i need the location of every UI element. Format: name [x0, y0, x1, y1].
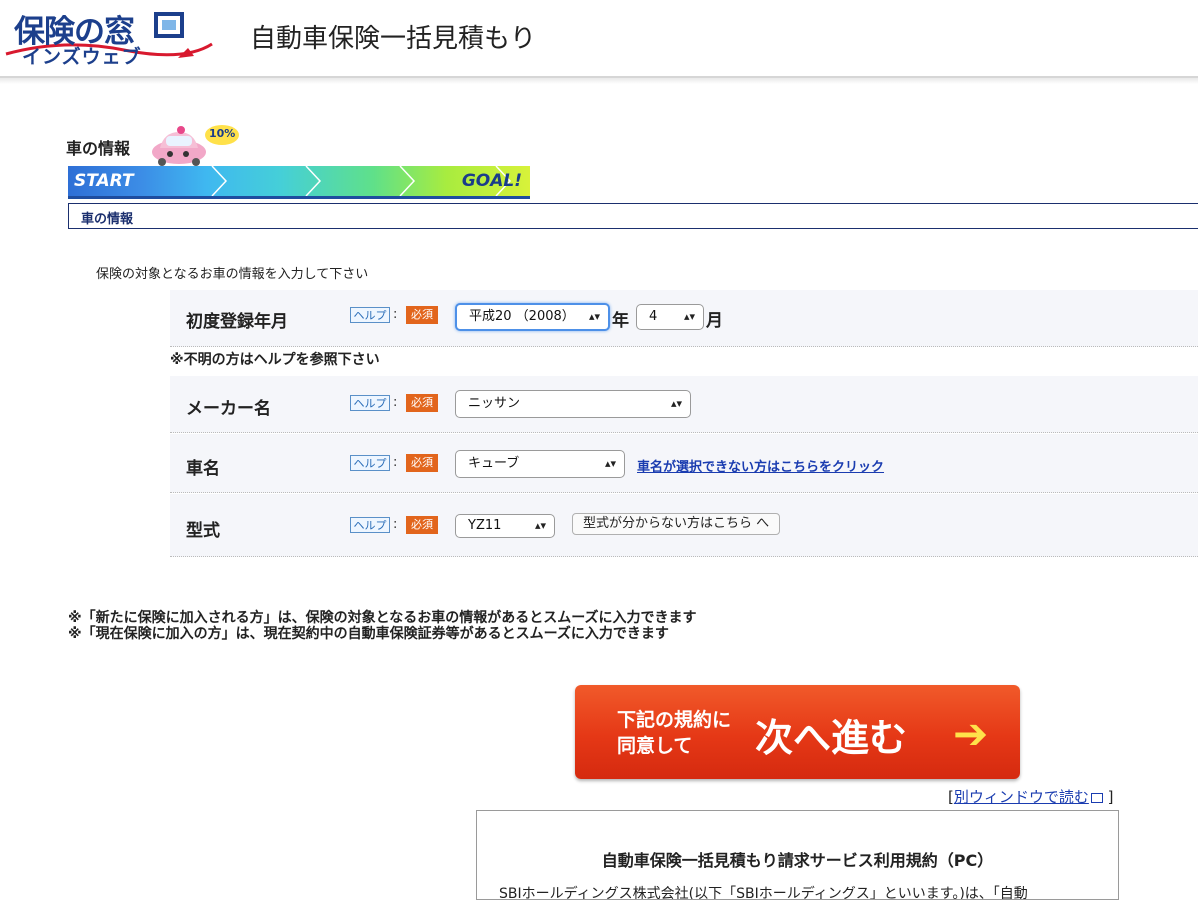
maker-value: ニッサン	[468, 396, 521, 411]
help-button[interactable]: ヘルプ	[350, 307, 390, 323]
bracket-close: ]	[1107, 788, 1114, 806]
select-arrows-icon: ▴▾	[588, 310, 600, 323]
select-arrows-icon: ▴▾	[534, 519, 546, 532]
section-tab-label: 車の情報	[81, 212, 134, 227]
progress-start-label: START	[74, 171, 134, 191]
registration-help-note: ※不明の方はヘルプを参照下さい	[170, 352, 380, 368]
car-name-row: 車名 ヘルプ : 必須 キューブ ▴▾ 車名が選択できない方はこちらをクリック	[170, 434, 1198, 493]
logo-text-bottom: インズウェブ	[22, 46, 142, 68]
separator-colon: :	[393, 395, 398, 410]
terms-scroll-box[interactable]: 自動車保険一括見積もり請求サービス利用規約（PC） SBIホールディングス株式会…	[476, 810, 1119, 900]
open-terms-new-window-link[interactable]: 別ウィンドウで読む	[954, 788, 1089, 806]
next-subtext-line2: 同意して	[617, 735, 693, 757]
car-name-not-found-link[interactable]: 車名が選択できない方はこちらをクリック	[637, 456, 884, 475]
help-button[interactable]: ヘルプ	[350, 395, 390, 411]
open-new-window: [別ウィンドウで読む ]	[948, 786, 1114, 807]
select-arrows-icon: ▴▾	[604, 457, 616, 470]
model-row: 型式 ヘルプ : 必須 YZ11 ▴▾ 型式が分からない方はこちら へ	[170, 494, 1198, 557]
progress-percent-text: 10%	[209, 127, 236, 140]
terms-title: 自動車保険一括見積もり請求サービス利用規約（PC）	[601, 851, 994, 870]
model-select[interactable]: YZ11 ▴▾	[455, 514, 555, 538]
header-divider	[0, 78, 1198, 84]
separator-colon: :	[393, 307, 398, 322]
site-header: 保険の窓 インズウェブ 自動車保険一括見積もり	[0, 0, 1198, 78]
required-badge: 必須	[406, 516, 438, 534]
external-window-icon	[1090, 792, 1103, 803]
chevron-right-icon	[211, 166, 228, 196]
page-title: 自動車保険一括見積もり	[250, 24, 537, 54]
separator-colon: :	[393, 517, 398, 532]
car-name-select[interactable]: キューブ ▴▾	[455, 450, 625, 478]
next-button-label: 次へ進む	[755, 716, 908, 760]
select-arrows-icon: ▴▾	[683, 310, 695, 323]
maker-select[interactable]: ニッサン ▴▾	[455, 390, 691, 418]
agree-and-next-button[interactable]: 下記の規約に 同意して 次へ進む ➔	[575, 685, 1020, 779]
separator-colon: :	[393, 455, 398, 470]
model-value: YZ11	[468, 518, 502, 533]
pink-car-icon	[152, 126, 206, 166]
month-unit: 月	[706, 311, 723, 331]
registration-month-select[interactable]: 4 ▴▾	[636, 304, 704, 330]
registration-year-value: 平成20 （2008）	[469, 309, 575, 324]
maker-row: メーカー名 ヘルプ : 必須 ニッサン ▴▾	[170, 376, 1198, 433]
form-instruction: 保険の対象となるお車の情報を入力して下さい	[96, 267, 369, 282]
site-logo[interactable]: 保険の窓 インズウェブ	[4, 6, 214, 68]
section-tab-bar: 車の情報	[68, 203, 1198, 229]
note-line: ※「新たに保険に加入される方」は、保険の対象となるお車の情報があるとスムーズに入…	[68, 610, 697, 626]
required-badge: 必須	[406, 394, 438, 412]
model-label: 型式	[186, 521, 220, 541]
chevron-right-icon	[305, 166, 322, 196]
required-badge: 必須	[406, 306, 438, 324]
help-button[interactable]: ヘルプ	[350, 455, 390, 471]
progress-bar: START GOAL!	[68, 166, 530, 199]
progress-goal-label: GOAL!	[461, 171, 522, 191]
registration-month-value: 4	[649, 309, 658, 324]
registration-year-select[interactable]: 平成20 （2008） ▴▾	[455, 303, 610, 331]
help-button[interactable]: ヘルプ	[350, 517, 390, 533]
chevron-right-icon	[399, 166, 416, 196]
model-unknown-button[interactable]: 型式が分からない方はこちら へ	[572, 513, 781, 535]
terms-body-text: SBIホールディングス株式会社(以下「SBIホールディングス」といいます。)は、…	[499, 886, 1028, 900]
registration-row: 初度登録年月 ヘルプ : 必須 平成20 （2008） ▴▾ 年 4 ▴▾ 月	[170, 290, 1198, 347]
required-badge: 必須	[406, 454, 438, 472]
car-name-value: キューブ	[468, 456, 520, 471]
car-name-label: 車名	[186, 459, 220, 479]
progress-percent-badge: 10%	[204, 124, 240, 146]
maker-label: メーカー名	[186, 399, 271, 419]
select-arrows-icon: ▴▾	[670, 397, 682, 410]
next-button-subtext: 下記の規約に 同意して	[617, 707, 731, 759]
note-line: ※「現在保険に加入の方」は、現在契約中の自動車保険証券等があるとスムーズに入力で…	[68, 626, 669, 642]
entry-notes: ※「新たに保険に加入される方」は、保険の対象となるお車の情報があるとスムーズに入…	[68, 610, 697, 642]
arrow-right-icon: ➔	[953, 709, 989, 758]
logo-window-icon	[154, 12, 184, 38]
step-section-label: 車の情報	[66, 139, 131, 158]
registration-label: 初度登録年月	[186, 312, 288, 332]
next-subtext-line1: 下記の規約に	[617, 709, 732, 731]
year-unit: 年	[612, 311, 629, 331]
